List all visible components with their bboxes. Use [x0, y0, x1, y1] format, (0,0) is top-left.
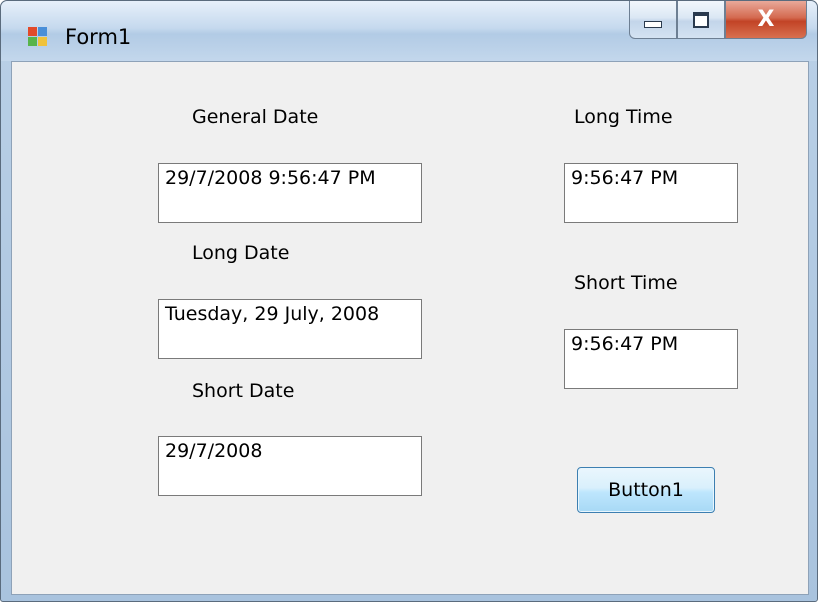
short-date-textbox[interactable]: 29/7/2008: [158, 436, 422, 496]
close-button[interactable]: X: [725, 1, 807, 39]
title-bar[interactable]: Form1 X: [1, 1, 817, 61]
long-date-label: Long Date: [192, 242, 290, 264]
minimize-icon: [644, 21, 662, 28]
form-window: Form1 X General Date 29/7/2008 9:56:47 P…: [0, 0, 818, 602]
window-title: Form1: [65, 25, 132, 49]
long-date-textbox[interactable]: Tuesday, 29 July, 2008: [158, 299, 422, 359]
form-client-area: General Date 29/7/2008 9:56:47 PM Long D…: [11, 61, 809, 595]
long-time-label: Long Time: [574, 106, 673, 128]
button1[interactable]: Button1: [577, 467, 715, 513]
long-time-textbox[interactable]: 9:56:47 PM: [564, 163, 738, 223]
close-icon: X: [757, 7, 775, 32]
minimize-button[interactable]: [629, 1, 677, 39]
general-date-label: General Date: [192, 106, 319, 128]
app-icon[interactable]: [28, 27, 48, 47]
maximize-icon: [693, 11, 709, 28]
general-date-textbox[interactable]: 29/7/2008 9:56:47 PM: [158, 163, 422, 223]
short-date-label: Short Date: [192, 380, 295, 402]
maximize-button[interactable]: [677, 1, 725, 39]
caption-buttons: X: [629, 1, 807, 41]
short-time-label: Short Time: [574, 272, 678, 294]
short-time-textbox[interactable]: 9:56:47 PM: [564, 329, 738, 389]
